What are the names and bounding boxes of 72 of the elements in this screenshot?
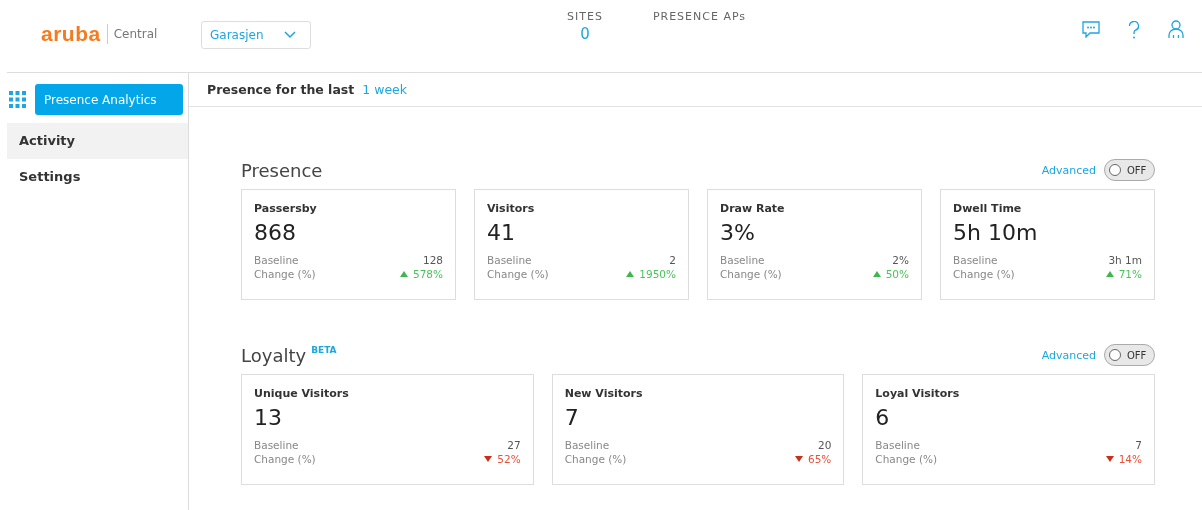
apps-grid-icon[interactable]	[9, 91, 26, 108]
change-label: Change (%)	[564, 452, 627, 466]
metric-value: 868	[254, 220, 297, 245]
metric-value: 41	[487, 220, 516, 245]
change-label: Change (%)	[953, 267, 1015, 281]
change-label: Change (%)	[254, 452, 316, 466]
metric-title: New Visitors	[564, 387, 644, 400]
up-triangle-icon	[399, 271, 408, 277]
change-label: Change (%)	[875, 452, 938, 466]
baseline-value: 2	[669, 253, 676, 267]
change-label: Change (%)	[720, 267, 782, 281]
help-icon[interactable]	[1128, 20, 1140, 39]
period-link[interactable]: 1 week	[362, 82, 408, 97]
baseline-value: 20	[817, 438, 832, 452]
baseline-label: Baseline	[254, 253, 299, 267]
chevron-down-icon	[284, 31, 296, 39]
metric-title: Loyal Visitors	[875, 387, 961, 400]
metric-title: Visitors	[487, 202, 536, 215]
change-value: 71%	[1118, 267, 1142, 281]
baseline-label: Baseline	[487, 253, 532, 267]
advanced-link[interactable]: Advanced	[1041, 348, 1096, 362]
site-dropdown[interactable]: Garasjen	[201, 21, 311, 49]
change-label: Change (%)	[254, 267, 316, 281]
change-label: Change (%)	[487, 267, 549, 281]
up-triangle-icon	[626, 271, 635, 277]
metric-value: 13	[254, 405, 283, 430]
stat-label: SITES	[567, 10, 603, 23]
up-triangle-icon	[872, 271, 881, 277]
baseline-value: 7	[1135, 438, 1142, 452]
baseline-label: Baseline	[953, 253, 998, 267]
metric-value: 6	[875, 405, 891, 430]
app-button[interactable]: Presence Analytics	[35, 84, 183, 115]
advanced-link[interactable]: Advanced	[1041, 163, 1096, 177]
down-triangle-icon	[795, 456, 803, 462]
down-triangle-icon	[484, 456, 493, 462]
baseline-label: Baseline	[720, 253, 765, 267]
metric-title: Passersby	[254, 202, 318, 215]
baseline-label: Baseline	[254, 438, 299, 452]
sidebar-item[interactable]: Activity	[7, 123, 188, 159]
baseline-value: 128	[422, 253, 443, 267]
product-name: Central	[113, 27, 158, 41]
metric-value: 3%	[720, 220, 756, 245]
chat-icon[interactable]	[1082, 21, 1100, 38]
stat-label: PRESENCE APs	[652, 10, 747, 23]
stat-value[interactable]: 0	[580, 25, 590, 43]
metric-value: 7	[564, 405, 580, 430]
metric-title: Dwell Time	[953, 202, 1023, 215]
toggle-switch[interactable]: OFF	[1104, 344, 1155, 366]
baseline-value: 3h 1m	[1108, 253, 1142, 267]
sidebar-item[interactable]: Settings	[7, 159, 188, 195]
change-value: 14%	[1118, 452, 1142, 466]
baseline-label: Baseline	[875, 438, 920, 452]
change-value: 65%	[808, 452, 832, 466]
up-triangle-icon	[1105, 271, 1114, 277]
metric-value: 5h 10m	[953, 220, 1039, 245]
user-icon[interactable]	[1168, 20, 1184, 39]
down-triangle-icon	[1105, 456, 1114, 462]
change-value: 52%	[497, 452, 521, 466]
baseline-label: Baseline	[564, 438, 610, 452]
baseline-value: 27	[507, 438, 521, 452]
section-title: Loyalty	[241, 345, 307, 366]
logo: aruba	[41, 24, 108, 44]
beta-label: BETA	[311, 345, 337, 355]
change-value: 578%	[412, 267, 443, 281]
toggle-switch[interactable]: OFF	[1104, 159, 1155, 181]
metric-title: Unique Visitors	[254, 387, 350, 400]
period-label: Presence for the last	[207, 82, 355, 97]
metric-title: Draw Rate	[720, 202, 786, 215]
section-title: Presence	[241, 160, 323, 181]
baseline-value: 2%	[892, 253, 909, 267]
change-value: 1950%	[639, 267, 676, 281]
change-value: 50%	[885, 267, 909, 281]
